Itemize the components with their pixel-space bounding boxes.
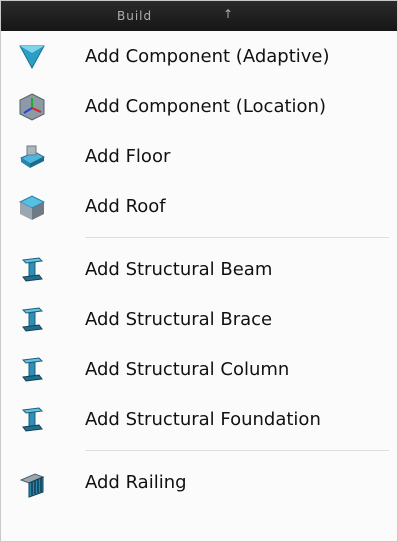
menu-item-label: Add Structural Column <box>85 358 290 380</box>
menu-item-label: Add Roof <box>85 195 166 217</box>
menu-item-add-structural-beam[interactable]: Add Structural Beam <box>1 244 397 294</box>
railing-icon <box>19 473 45 498</box>
menu-separator <box>1 444 397 457</box>
floor-icon <box>19 145 46 168</box>
structural-foundation-icon <box>21 407 44 432</box>
menu-item-label: Add Railing <box>85 471 187 493</box>
menu-separator <box>1 231 397 244</box>
menu-item-label: Add Component (Adaptive) <box>85 45 330 67</box>
up-arrow-icon[interactable]: ↑ <box>223 7 233 21</box>
menu-item-add-railing[interactable]: Add Railing <box>1 457 397 507</box>
adaptive-component-icon <box>19 45 45 70</box>
menu-list: Add Component (Adaptive) Add Component (… <box>1 31 397 507</box>
menu-item-add-component-location[interactable]: Add Component (Location) <box>1 81 397 131</box>
menu-item-add-component-adaptive[interactable]: Add Component (Adaptive) <box>1 31 397 81</box>
panel-title: Build <box>117 9 153 23</box>
structural-column-icon <box>21 357 44 382</box>
menu-item-label: Add Floor <box>85 145 171 167</box>
menu-item-add-roof[interactable]: Add Roof <box>1 181 397 231</box>
menu-item-add-structural-column[interactable]: Add Structural Column <box>1 344 397 394</box>
menu-item-label: Add Structural Beam <box>85 258 273 280</box>
structural-beam-icon <box>21 257 44 282</box>
location-component-icon <box>19 93 45 121</box>
roof-icon <box>18 195 46 220</box>
panel-header: Build ↑ <box>1 1 397 31</box>
menu-item-add-floor[interactable]: Add Floor <box>1 131 397 181</box>
menu-item-label: Add Component (Location) <box>85 95 326 117</box>
menu-item-label: Add Structural Brace <box>85 308 273 330</box>
menu-panel: Build ↑ Add Component (Adaptive) Add Com… <box>0 0 398 542</box>
menu-item-add-structural-foundation[interactable]: Add Structural Foundation <box>1 394 397 444</box>
menu-item-label: Add Structural Foundation <box>85 408 321 430</box>
structural-brace-icon <box>21 307 44 332</box>
menu-item-add-structural-brace[interactable]: Add Structural Brace <box>1 294 397 344</box>
